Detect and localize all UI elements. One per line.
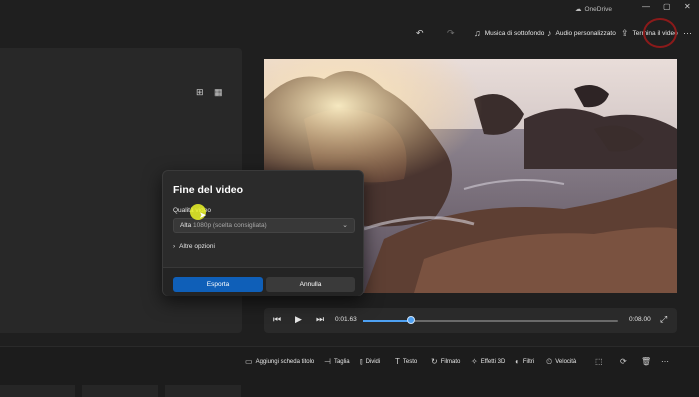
next-frame-icon[interactable]: ⏭ — [316, 314, 324, 325]
tool-label: Filmato — [440, 358, 461, 365]
crop-icon: ⬚ — [595, 357, 603, 366]
split-icon: ⫾ — [360, 357, 363, 366]
split-button[interactable]: ⫾ Dividi — [360, 357, 380, 367]
total-time: 0:08.00 — [629, 316, 651, 323]
audio-person-icon: ♪ — [547, 28, 552, 38]
storyboard-clip[interactable] — [0, 385, 75, 397]
more-options-label: Altre opzioni — [179, 243, 215, 250]
tool-label: Filtri — [522, 358, 535, 365]
tool-label: Effetti 3D — [480, 358, 506, 365]
mouse-cursor-icon: ➤ — [199, 210, 207, 220]
text-button[interactable]: T Testo — [395, 357, 417, 366]
effects-3d-icon: ✧ — [471, 357, 478, 366]
undo-button[interactable]: ↶ — [416, 28, 424, 39]
quality-value: Alta — [180, 222, 192, 229]
cloud-icon: ☁ — [575, 6, 582, 13]
more-options-button[interactable]: ⋯ — [683, 28, 692, 39]
list-view-icon[interactable]: ▦ — [214, 87, 223, 98]
background-music-label: Musica di sottofondo — [484, 29, 545, 37]
finish-video-dialog: Fine del video Qualità video Alta 1080p … — [162, 170, 364, 296]
fullscreen-icon[interactable]: ⤢ — [660, 314, 667, 325]
more-tools-button[interactable]: ⋯ — [661, 357, 669, 366]
grid-view-icon[interactable]: ⊞ — [196, 87, 204, 98]
speed-button[interactable]: ⏲ Velocità — [546, 357, 576, 367]
more-options-toggle[interactable]: › Altre opzioni — [173, 243, 215, 250]
redo-icon: ↷ — [447, 28, 455, 38]
trash-icon: 🗑 — [641, 357, 652, 366]
onedrive-label: OneDrive — [584, 5, 612, 13]
onedrive-status[interactable]: ☁ OneDrive — [575, 5, 612, 14]
previous-frame-icon[interactable]: ⏮ — [273, 314, 281, 325]
current-time: 0:01.63 — [335, 316, 357, 323]
dialog-title: Fine del video — [173, 184, 244, 196]
delete-button[interactable]: 🗑 — [641, 357, 651, 366]
seek-bar-progress — [363, 319, 412, 322]
export-icon: ⇪ — [621, 28, 629, 38]
storyboard-clip[interactable] — [82, 385, 158, 397]
cancel-button[interactable]: Annulla — [266, 277, 355, 292]
trim-button[interactable]: ⊣ Taglia — [324, 357, 350, 366]
rotate-button[interactable]: ⟳ — [620, 357, 627, 366]
tool-label: Dividi — [365, 359, 381, 365]
minimize-icon[interactable]: — — [642, 2, 650, 11]
undo-icon: ↶ — [416, 28, 424, 38]
tool-label: Velocità — [555, 359, 577, 365]
resize-button[interactable]: ⬚ — [595, 357, 603, 366]
quality-hint: 1080p (scelta consigliata) — [193, 222, 267, 229]
chevron-right-icon: › — [173, 243, 176, 250]
filters-icon: ◐ — [515, 357, 520, 366]
custom-audio-button[interactable]: ♪ Audio personalizzato — [547, 28, 616, 38]
tool-label: Taglia — [333, 358, 350, 365]
background-music-button[interactable]: ♫ Musica di sottofondo — [474, 28, 544, 38]
tool-label: Testo — [402, 358, 418, 365]
maximize-icon[interactable]: ▢ — [663, 2, 671, 11]
editor-toolbar: ↶ ↷ ♫ Musica di sottofondo ♪ Audio perso… — [0, 22, 699, 44]
close-icon[interactable]: ✕ — [684, 2, 691, 11]
motion-icon: ↻ — [431, 357, 438, 366]
add-title-card-button[interactable]: ▭ Aggiungi scheda titolo — [245, 357, 314, 366]
title-card-icon: ▭ — [245, 357, 253, 366]
play-icon[interactable]: ▶ — [295, 314, 302, 325]
ellipsis-icon: ⋯ — [661, 357, 669, 366]
seek-bar[interactable] — [363, 319, 618, 322]
export-button[interactable]: Esporta — [173, 277, 263, 292]
ellipsis-icon: ⋯ — [683, 28, 692, 38]
text-icon: T — [395, 357, 400, 366]
redo-button[interactable]: ↷ — [447, 28, 455, 39]
rotate-icon: ⟳ — [620, 357, 627, 366]
filters-button[interactable]: ◐ Filtri — [515, 357, 534, 366]
music-icon: ♫ — [474, 28, 481, 38]
storyboard-clip[interactable] — [165, 385, 241, 397]
effects-3d-button[interactable]: ✧ Effetti 3D — [471, 357, 505, 366]
chevron-down-icon: ⌄ — [342, 222, 348, 229]
motion-button[interactable]: ↻ Filmato — [431, 357, 460, 366]
trim-icon: ⊣ — [324, 357, 331, 366]
custom-audio-label: Audio personalizzato — [555, 29, 616, 37]
annotation-circle — [643, 18, 677, 48]
tool-label: Aggiungi scheda titolo — [255, 358, 315, 365]
speed-icon: ⏲ — [546, 357, 553, 366]
title-bar: ☁ OneDrive — ▢ ✕ — [0, 0, 699, 18]
